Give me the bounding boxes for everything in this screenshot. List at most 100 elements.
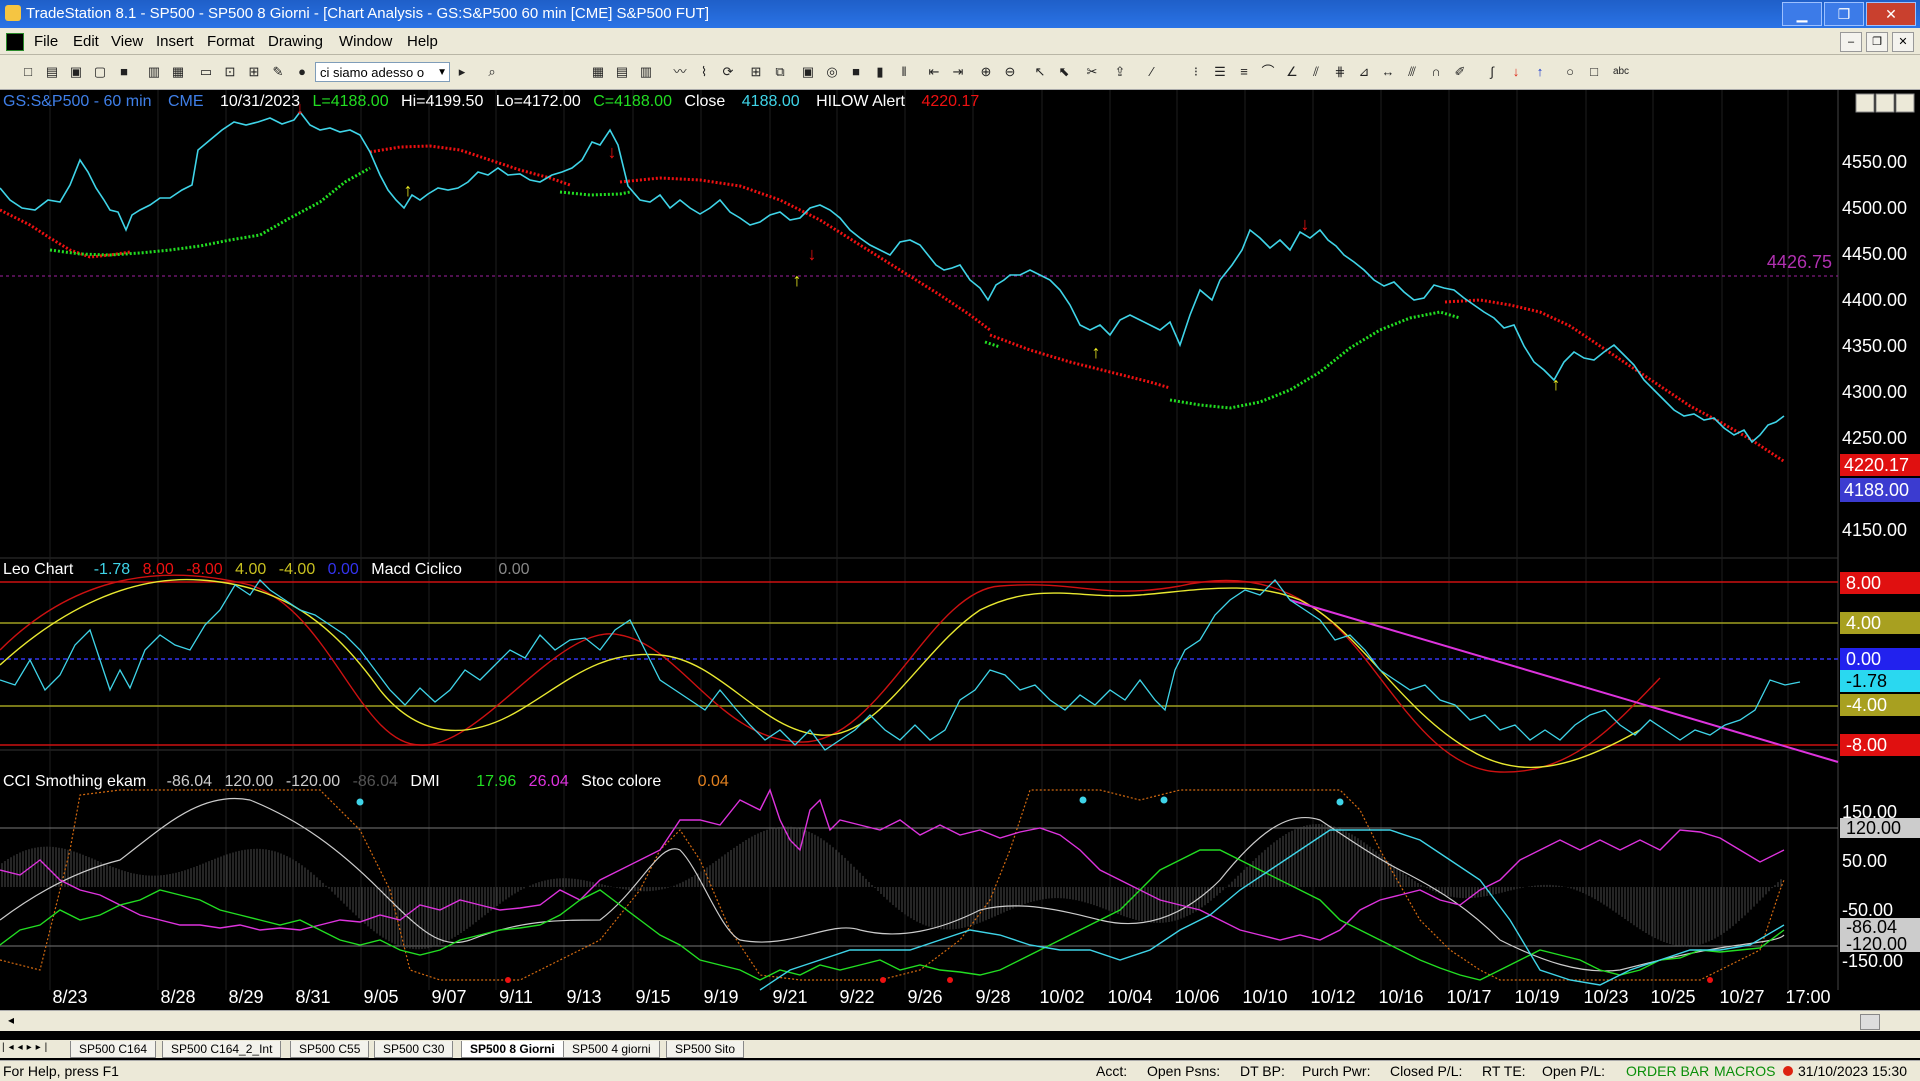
arc-icon[interactable]: ⌒ xyxy=(1260,64,1276,80)
tab-sp500-sito[interactable]: SP500 Sito xyxy=(666,1041,745,1058)
draw-icon[interactable]: ✎ xyxy=(270,64,286,80)
tab-sp500-c164[interactable]: SP500 C164 xyxy=(70,1041,157,1058)
mdi-close-button[interactable]: ✕ xyxy=(1892,32,1914,52)
tab-sp500-4-giorni[interactable]: SP500 4 giorni xyxy=(563,1041,660,1058)
x-axis-label: 10/04 xyxy=(1107,987,1152,1007)
buy-arrow-icon[interactable]: ↑ xyxy=(793,270,802,290)
chart-style-icon[interactable]: ▦ xyxy=(590,64,606,80)
arrow-up-icon[interactable]: ↑ xyxy=(1532,64,1548,80)
scroll-right-icon[interactable]: ⇥ xyxy=(950,64,966,80)
buy-arrow-icon[interactable]: ↑ xyxy=(1552,374,1561,394)
sell-arrow-icon[interactable]: ↓ xyxy=(608,142,617,162)
connection-status-icon xyxy=(1783,1066,1793,1076)
copy-icon[interactable]: ⧉ xyxy=(772,64,788,80)
chart-close-button[interactable] xyxy=(1895,93,1915,113)
mdi-restore-button[interactable]: ❐ xyxy=(1866,32,1888,52)
macros-button[interactable]: MACROS xyxy=(1714,1063,1775,1079)
chart-canvas[interactable]: 4426.75 ↓ ↓ ↓ ↓ ↑ ↑ ↑ ↑ GS:S&P500 - 60 m… xyxy=(0,90,1920,1010)
menu-drawing[interactable]: Drawing xyxy=(268,33,323,50)
print-preview-icon[interactable]: ▥ xyxy=(146,64,162,80)
restore-button[interactable]: ❐ xyxy=(1824,2,1864,26)
format-icon[interactable]: ⊞ xyxy=(748,64,764,80)
tradestation-icon[interactable] xyxy=(6,33,24,51)
fan-icon[interactable]: ⊿ xyxy=(1356,64,1372,80)
buy-arrow-icon[interactable]: ↑ xyxy=(404,180,413,200)
matrix-icon[interactable]: ■ xyxy=(848,64,864,80)
tab-sp500-c164-2-int[interactable]: SP500 C164_2_Int xyxy=(162,1041,282,1058)
trendline-icon[interactable]: ⁄ xyxy=(1144,64,1160,80)
bars-icon[interactable]: ▮ xyxy=(872,64,888,80)
close-button[interactable]: ✕ xyxy=(1866,2,1916,26)
chevron-down-icon[interactable]: ▼ xyxy=(437,63,447,83)
globe-icon[interactable]: ● xyxy=(294,64,310,80)
chart-restore-button[interactable] xyxy=(1875,93,1895,113)
angle-icon[interactable]: ∠ xyxy=(1284,64,1300,80)
x-axis-label: 10/25 xyxy=(1650,987,1695,1007)
refresh-icon[interactable]: ⟳ xyxy=(720,64,736,80)
table-icon[interactable]: ▥ xyxy=(638,64,654,80)
horizontal-arrow-icon[interactable]: ↔ xyxy=(1380,64,1396,80)
print-icon[interactable]: ▦ xyxy=(170,64,186,80)
symbol-input[interactable]: ci siamo adesso o ▼ xyxy=(315,62,450,82)
zoom-in-icon[interactable]: ⊕ xyxy=(978,64,994,80)
menu-help[interactable]: Help xyxy=(407,33,438,50)
save-icon[interactable]: ■ xyxy=(116,64,132,80)
search-icon[interactable]: ⌕ xyxy=(484,64,500,80)
chart-window[interactable]: 4426.75 ↓ ↓ ↓ ↓ ↑ ↑ ↑ ↑ GS:S&P500 - 60 m… xyxy=(0,90,1920,1010)
tab-sp500-c55[interactable]: SP500 C55 xyxy=(290,1041,370,1058)
pointer-icon[interactable]: ↖ xyxy=(1032,64,1048,80)
radar-icon[interactable]: ◎ xyxy=(824,64,840,80)
column-icon[interactable]: ‖ xyxy=(896,64,912,80)
menu-insert[interactable]: Insert xyxy=(156,33,194,50)
x-axis-label: 9/15 xyxy=(635,987,670,1007)
lock-icon[interactable]: ⊡ xyxy=(222,64,238,80)
export-icon[interactable]: ⇪ xyxy=(1112,64,1128,80)
rectangle-icon[interactable]: □ xyxy=(1586,64,1602,80)
sell-arrow-icon[interactable]: ↓ xyxy=(1301,214,1310,234)
open-icon[interactable]: ▤ xyxy=(44,64,60,80)
channel-icon[interactable]: ⫽ xyxy=(1308,64,1324,80)
minimize-button[interactable]: ▁ xyxy=(1782,2,1822,26)
line-chart-icon[interactable]: 〰 xyxy=(672,64,688,80)
menu-window[interactable]: Window xyxy=(339,33,392,50)
menu-view[interactable]: View xyxy=(111,33,143,50)
open-workspace-icon[interactable]: ▣ xyxy=(68,64,84,80)
order-bar-button[interactable]: ORDER BAR xyxy=(1626,1063,1709,1079)
scroll-left-icon[interactable]: ⇤ xyxy=(926,64,942,80)
menu-file[interactable]: File xyxy=(34,33,58,50)
chart-type-icon[interactable]: ⌇ xyxy=(696,64,712,80)
mdi-minimize-button[interactable]: ‒ xyxy=(1840,32,1862,52)
data-pointer-icon[interactable]: ⬉ xyxy=(1056,64,1072,80)
horizontal-lines-icon[interactable]: ≡ xyxy=(1236,64,1252,80)
tab-sp500-c30[interactable]: SP500 C30 xyxy=(374,1041,454,1058)
new-icon[interactable]: □ xyxy=(20,64,36,80)
arrow-down-icon[interactable]: ↓ xyxy=(1508,64,1524,80)
gann-icon[interactable]: ⋕ xyxy=(1332,64,1348,80)
play-icon[interactable]: ▸ xyxy=(454,64,470,80)
fib-icon[interactable]: ⁝ xyxy=(1188,64,1204,80)
chart-grid-icon[interactable]: ▤ xyxy=(614,64,630,80)
ellipse-icon[interactable]: ○ xyxy=(1562,64,1578,80)
cycle-icon[interactable]: ∩ xyxy=(1428,64,1444,80)
tab-nav-icon[interactable]: |◂◂▸▸| xyxy=(2,1042,51,1053)
buy-arrow-icon[interactable]: ↑ xyxy=(1092,342,1101,362)
menu-format[interactable]: Format xyxy=(207,33,255,50)
horizontal-scrollbar[interactable]: ◂ xyxy=(0,1010,1920,1031)
chart-minimize-button[interactable] xyxy=(1855,93,1875,113)
scroll-thumb[interactable] xyxy=(1860,1014,1880,1030)
window-icon[interactable]: ▭ xyxy=(198,64,214,80)
workspace-icon[interactable]: ▣ xyxy=(800,64,816,80)
new-window-icon[interactable]: ▢ xyxy=(92,64,108,80)
zoom-out-icon[interactable]: ⊖ xyxy=(1002,64,1018,80)
text-icon[interactable]: abc xyxy=(1610,64,1632,80)
sell-arrow-icon[interactable]: ↓ xyxy=(808,244,817,264)
lines-icon[interactable]: ☰ xyxy=(1212,64,1228,80)
menu-edit[interactable]: Edit xyxy=(73,33,99,50)
parallel-icon[interactable]: ⫻ xyxy=(1404,64,1420,80)
scroll-left-arrow-icon[interactable]: ◂ xyxy=(8,1013,14,1027)
curve-icon[interactable]: ∫ xyxy=(1484,64,1500,80)
pen-icon[interactable]: ✐ xyxy=(1452,64,1468,80)
lock-alt-icon[interactable]: ⊞ xyxy=(246,64,262,80)
tab-sp500-8-giorni[interactable]: SP500 8 Giorni xyxy=(461,1041,564,1058)
tools-icon[interactable]: ✂ xyxy=(1084,64,1100,80)
